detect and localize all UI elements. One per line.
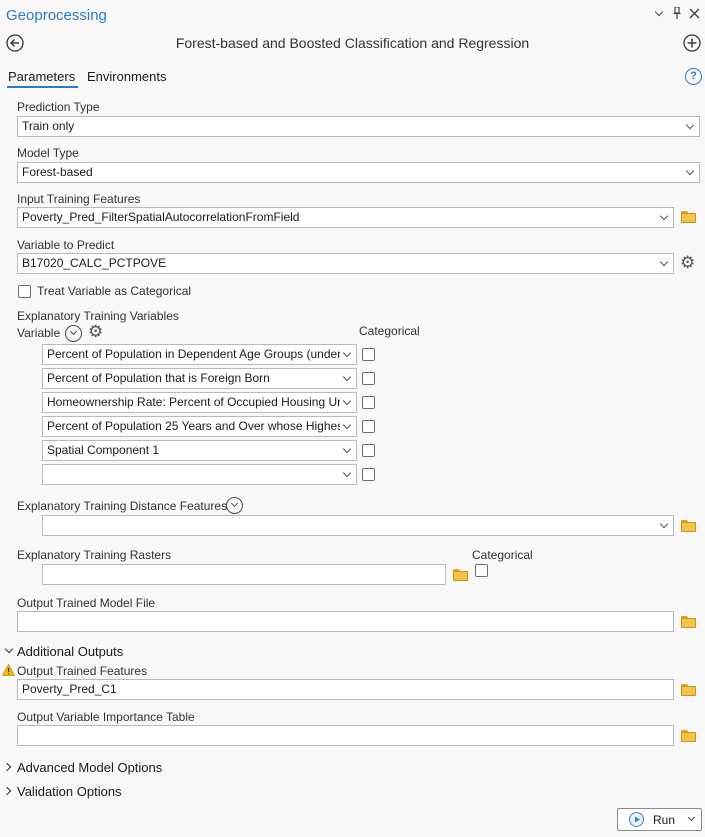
variable-column-header: Variable — [17, 326, 61, 340]
additional-outputs-heading[interactable]: Additional Outputs — [17, 644, 123, 659]
tab-parameters-underline — [7, 86, 78, 88]
pane-title: Geoprocessing — [6, 7, 107, 24]
add-many-chevron-icon[interactable] — [65, 325, 82, 342]
distance-features-select[interactable] — [42, 515, 674, 536]
variable-to-predict-select[interactable]: B17020_CALC_PCTPOVE — [17, 253, 674, 274]
run-options-chevron-icon[interactable] — [687, 813, 696, 822]
row-categorical-checkbox[interactable] — [362, 396, 375, 409]
validation-options-heading[interactable]: Validation Options — [17, 784, 122, 799]
browse-folder-icon[interactable] — [681, 730, 697, 742]
categorical-column-header: Categorical — [359, 324, 420, 338]
explanatory-variable-row[interactable]: Percent of Population 25 Years and Over … — [42, 416, 357, 437]
rasters-input[interactable] — [42, 564, 446, 585]
tool-title: Forest-based and Boosted Classification … — [175, 35, 530, 51]
explanatory-variable-row[interactable]: Spatial Component 1 — [42, 440, 357, 461]
pane-options-chevron-icon[interactable] — [654, 7, 664, 17]
row-categorical-checkbox[interactable] — [362, 348, 375, 361]
variable-gear-icon[interactable]: ⚙ — [88, 323, 103, 340]
row-categorical-checkbox[interactable] — [362, 420, 375, 433]
additional-outputs-chevron-icon[interactable] — [4, 644, 14, 654]
tab-environments[interactable]: Environments — [87, 69, 166, 84]
row-categorical-checkbox[interactable] — [362, 468, 375, 481]
output-model-file-input[interactable] — [17, 611, 674, 632]
rasters-categorical-header: Categorical — [472, 548, 533, 562]
treat-categorical-checkbox[interactable] — [18, 285, 31, 298]
run-label: Run — [653, 813, 676, 827]
pin-icon[interactable] — [673, 6, 681, 19]
browse-folder-icon[interactable] — [681, 684, 697, 696]
model-type-label: Model Type — [17, 146, 79, 160]
explanatory-variable-row-empty[interactable] — [42, 464, 357, 485]
field-properties-gear-icon[interactable]: ⚙ — [680, 254, 695, 271]
explanatory-variables-label: Explanatory Training Variables — [17, 309, 179, 323]
browse-folder-icon[interactable] — [681, 211, 697, 223]
prediction-type-label: Prediction Type — [17, 100, 100, 114]
input-features-label: Input Training Features — [17, 192, 141, 206]
tab-parameters[interactable]: Parameters — [8, 69, 75, 84]
row-categorical-checkbox[interactable] — [362, 372, 375, 385]
output-trained-features-input[interactable]: Poverty_Pred_C1 — [17, 679, 674, 700]
advanced-model-options-heading[interactable]: Advanced Model Options — [17, 760, 162, 775]
close-icon[interactable] — [689, 8, 700, 19]
browse-folder-icon[interactable] — [681, 616, 697, 628]
explanatory-variable-row[interactable]: Homeownership Rate: Percent of Occupied … — [42, 392, 357, 413]
input-features-select[interactable]: Poverty_Pred_FilterSpatialAutocorrelatio… — [17, 207, 674, 228]
distance-features-label: Explanatory Training Distance Features — [17, 499, 228, 513]
browse-folder-icon[interactable] — [453, 569, 469, 581]
plus-icon — [683, 34, 701, 52]
run-play-icon — [629, 812, 644, 827]
warning-icon — [1, 663, 16, 676]
help-button[interactable]: ? — [685, 68, 702, 85]
output-trained-features-label: Output Trained Features — [17, 664, 148, 678]
distance-features-chevron-icon[interactable] — [226, 497, 243, 514]
model-type-select[interactable]: Forest-based — [17, 162, 700, 183]
run-button[interactable]: Run — [617, 808, 702, 831]
row-categorical-checkbox[interactable] — [362, 444, 375, 457]
advanced-model-options-chevron-icon[interactable] — [2, 762, 12, 772]
rasters-label: Explanatory Training Rasters — [17, 548, 172, 562]
help-icon: ? — [690, 70, 697, 82]
browse-folder-icon[interactable] — [681, 520, 697, 532]
validation-options-chevron-icon[interactable] — [2, 786, 12, 796]
importance-table-label: Output Variable Importance Table — [17, 710, 195, 724]
importance-table-input[interactable] — [17, 725, 674, 746]
prediction-type-select[interactable]: Train only — [17, 116, 700, 137]
variable-to-predict-label: Variable to Predict — [17, 238, 115, 252]
add-button[interactable] — [683, 34, 701, 52]
raster-categorical-checkbox[interactable] — [475, 564, 488, 577]
output-model-file-label: Output Trained Model File — [17, 596, 156, 610]
treat-categorical-label: Treat Variable as Categorical — [37, 284, 192, 298]
explanatory-variable-row[interactable]: Percent of Population in Dependent Age G… — [42, 344, 357, 365]
explanatory-variable-row[interactable]: Percent of Population that is Foreign Bo… — [42, 368, 357, 389]
